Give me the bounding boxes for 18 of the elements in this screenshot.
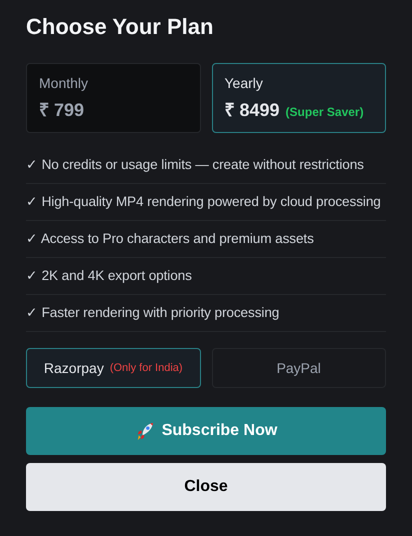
feature-item: ✓ High-quality MP4 rendering powered by cloud processing <box>26 184 386 221</box>
plan-option[interactable]: Monthly ₹ 799 <box>26 63 200 133</box>
modal-title: Choose Your Plan <box>26 14 214 40</box>
plan-label: Yearly <box>224 75 263 91</box>
subscribe-button[interactable]: Subscribe Now <box>26 407 386 455</box>
payment-option[interactable]: Razorpay (Only for India) <box>26 348 200 388</box>
payment-option[interactable]: PayPal <box>212 348 386 388</box>
feature-item: ✓ Faster rendering with priority processing <box>26 295 386 332</box>
feature-item: ✓ Access to Pro characters and premium assets <box>26 221 386 258</box>
plan-label: Monthly <box>39 75 88 91</box>
feature-item: ✓ 2K and 4K export options <box>26 258 386 295</box>
plan-note: (Super Saver) <box>286 105 364 119</box>
feature-item: ✓ No credits or usage limits — create without restrictions <box>26 147 386 184</box>
payment-note: (Only for India) <box>110 362 183 374</box>
plan-price: ₹ 799 <box>39 99 84 121</box>
plan-price: ₹ 8499 <box>224 99 280 121</box>
plan-option[interactable]: Yearly ₹ 8499 (Super Saver) <box>212 63 386 133</box>
close-button[interactable]: Close <box>26 463 386 511</box>
